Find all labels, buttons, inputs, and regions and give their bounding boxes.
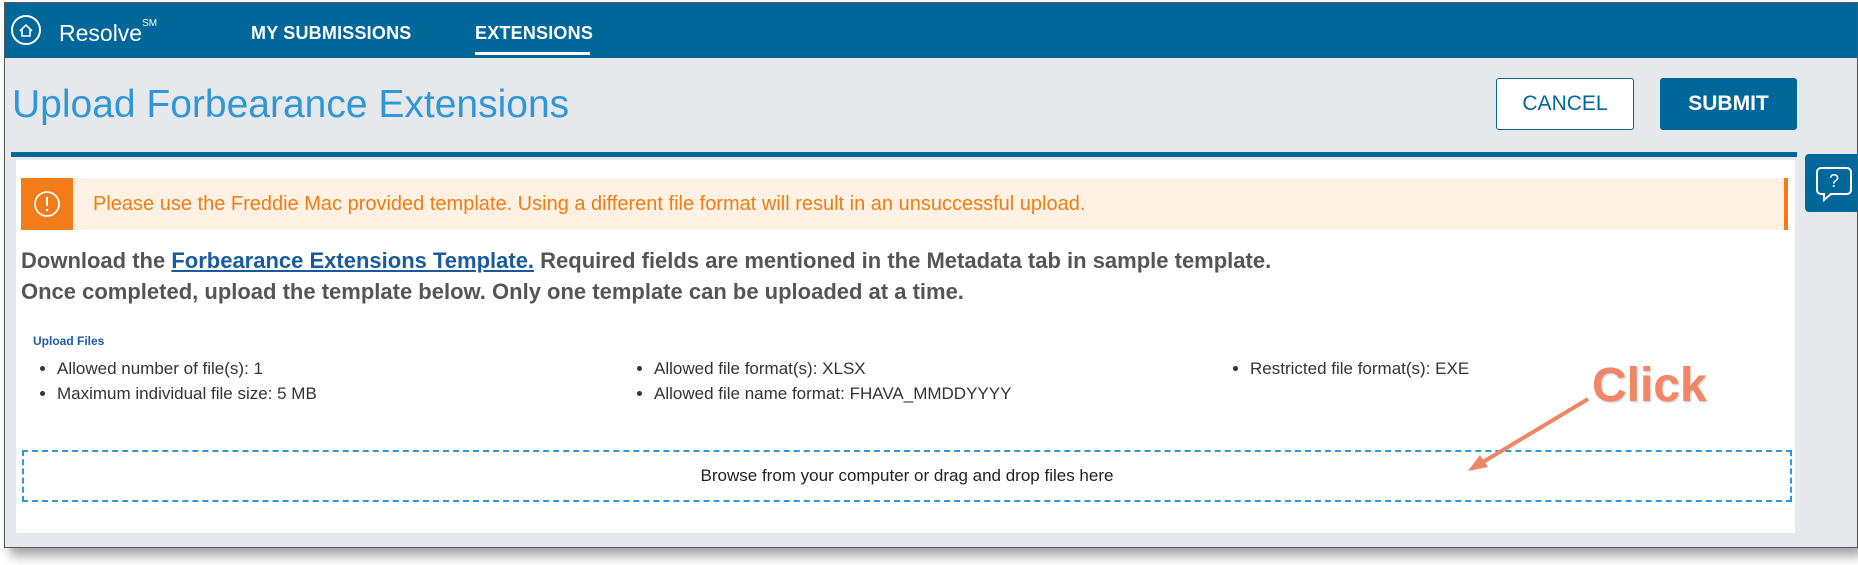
tab-my-submissions[interactable]: MY SUBMISSIONS	[251, 23, 412, 44]
cancel-button[interactable]: CANCEL	[1496, 78, 1634, 130]
warning-icon	[21, 178, 73, 230]
instructions-suffix: Required fields are mentioned in the Met…	[534, 248, 1272, 273]
requirement-item: Allowed file name format: FHAVA_MMDDYYYY	[654, 381, 1011, 406]
top-nav: ResolveSM MY SUBMISSIONS EXTENSIONS	[5, 3, 1857, 58]
submit-button[interactable]: SUBMIT	[1660, 78, 1797, 130]
active-tab-indicator	[475, 52, 590, 55]
annotation-arrow-icon	[1468, 397, 1590, 471]
warning-banner: Please use the Freddie Mac provided temp…	[21, 178, 1788, 230]
template-download-link[interactable]: Forbearance Extensions Template.	[171, 248, 534, 273]
page-title: Upload Forbearance Extensions	[12, 83, 570, 126]
requirement-item: Restricted file format(s): EXE	[1250, 356, 1469, 381]
dropzone-text: Browse from your computer or drag and dr…	[700, 466, 1114, 485]
brand-name[interactable]: ResolveSM	[59, 18, 157, 47]
requirements-col1: Allowed number of file(s): 1 Maximum ind…	[33, 356, 317, 406]
requirements-col3: Restricted file format(s): EXE	[1226, 356, 1469, 381]
click-annotation-label: Click	[1592, 359, 1707, 412]
warning-text: Please use the Freddie Mac provided temp…	[93, 193, 1086, 215]
help-icon[interactable]: ?	[1805, 154, 1857, 212]
requirement-item: Maximum individual file size: 5 MB	[57, 381, 317, 406]
instructions-prefix: Download the	[21, 248, 172, 273]
instructions-line2: Once completed, upload the template belo…	[21, 279, 964, 304]
svg-text:?: ?	[1829, 171, 1839, 191]
requirements-col2: Allowed file format(s): XLSX Allowed fil…	[630, 356, 1011, 406]
requirement-item: Allowed file format(s): XLSX	[654, 356, 1011, 381]
instructions: Download the Forbearance Extensions Temp…	[21, 245, 1271, 307]
tab-extensions[interactable]: EXTENSIONS	[475, 23, 593, 44]
title-divider	[11, 152, 1797, 157]
upload-files-label: Upload Files	[33, 334, 105, 348]
home-logo-icon[interactable]	[11, 15, 41, 45]
upload-panel: Please use the Freddie Mac provided temp…	[16, 160, 1795, 533]
requirement-item: Allowed number of file(s): 1	[57, 356, 317, 381]
